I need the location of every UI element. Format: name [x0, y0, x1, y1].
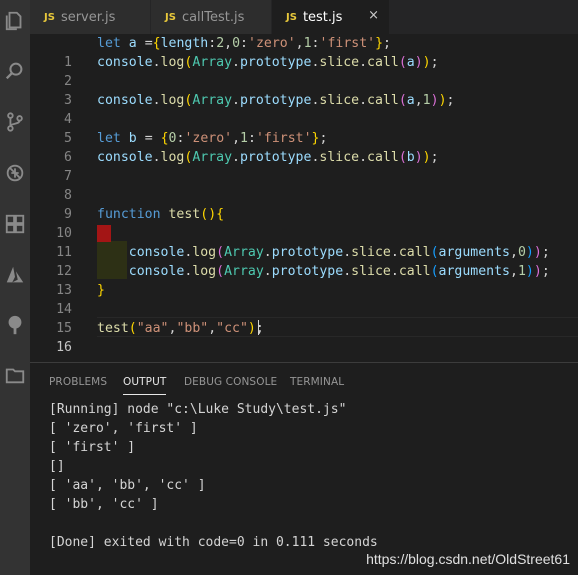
output-line: [ 'first' ] — [49, 440, 136, 455]
code-text: console.log(Array.prototype.slice.call(a… — [128, 264, 550, 279]
tab-label: callTest.js — [181, 9, 245, 25]
code-text: console.log(Array.prototype.slice.call(a… — [128, 245, 550, 260]
activity-bar — [0, 0, 30, 575]
source-control-icon[interactable] — [0, 107, 30, 137]
output-line: [] — [49, 459, 65, 474]
debug-icon[interactable] — [0, 158, 30, 188]
tab-calltest-js[interactable]: JS callTest.js — [151, 0, 272, 34]
js-file-icon: JS — [44, 11, 55, 23]
code-line: 10 function test(){ — [30, 205, 578, 241]
line-number: 16 — [56, 340, 72, 355]
code-line: 5 — [30, 110, 578, 146]
code-text: test("aa","bb","cc"); — [97, 321, 264, 336]
output-line: [ 'zero', 'first' ] — [49, 421, 198, 436]
output-panel: PROBLEMS OUTPUT DEBUG CONSOLE TERMINAL [… — [30, 362, 578, 575]
output-line: [Done] exited with code=0 in 0.111 secon… — [49, 535, 378, 550]
azure-icon[interactable] — [0, 260, 30, 290]
tab-debug-console[interactable]: DEBUG CONSOLE — [184, 376, 277, 388]
watermark: https://blog.csdn.net/OldStreet61 — [366, 551, 570, 567]
output-line: [Running] node "c:\Luke Study\test.js" — [49, 402, 347, 417]
code-line: 4 console.log(Array.prototype.slice.call… — [30, 91, 578, 127]
explorer-icon[interactable] — [0, 6, 30, 36]
code-text: console.log(Array.prototype.slice.call(a… — [97, 93, 455, 108]
tab-label: test.js — [302, 9, 343, 25]
editor-tabs: JS server.js JS callTest.js JS test.js × — [30, 0, 578, 34]
search-icon[interactable] — [0, 56, 30, 86]
tree-icon[interactable] — [0, 310, 30, 340]
text-cursor — [258, 320, 259, 335]
tab-label: server.js — [60, 9, 116, 25]
folder-icon[interactable] — [0, 360, 30, 390]
code-line: 16 test("aa","bb","cc"); — [30, 319, 578, 355]
code-editor[interactable]: 1 let a ={length:2,0:'zero',1:'first'}; … — [30, 34, 578, 362]
code-line: 1 let a ={length:2,0:'zero',1:'first'}; — [30, 34, 578, 70]
code-line: 7 console.log(Array.prototype.slice.call… — [30, 148, 578, 184]
close-icon[interactable]: × — [368, 8, 379, 23]
output-line: [ 'bb', 'cc' ] — [49, 497, 159, 512]
code-text: console.log(Array.prototype.slice.call(b… — [97, 150, 439, 165]
code-line: 2 console.log(Array.prototype.slice.call… — [30, 53, 578, 89]
js-file-icon: JS — [165, 11, 176, 23]
code-line: 12 console.log(Array.prototype.slice.cal… — [30, 243, 578, 279]
code-line: 13 console.log(Array.prototype.slice.cal… — [30, 262, 578, 298]
tab-problems[interactable]: PROBLEMS — [49, 376, 107, 388]
code-text: function test(){ — [97, 207, 225, 222]
tab-terminal[interactable]: TERMINAL — [290, 376, 344, 388]
js-file-icon: JS — [286, 11, 297, 23]
code-text: let b = {0:'zero',1:'first'}; — [97, 131, 328, 146]
code-line: 9 — [30, 186, 578, 222]
code-line: 8 — [30, 167, 578, 203]
code-line: 6 let b = {0:'zero',1:'first'}; — [30, 129, 578, 165]
tab-server-js[interactable]: JS server.js — [30, 0, 151, 34]
code-line: 11 — [30, 224, 578, 260]
code-line: 3 — [30, 72, 578, 108]
code-line: 15 — [30, 300, 578, 336]
code-text: let a ={length:2,0:'zero',1:'first'}; — [97, 36, 391, 51]
tab-output[interactable]: OUTPUT — [123, 376, 167, 395]
extensions-icon[interactable] — [0, 209, 30, 239]
code-line: 14 } — [30, 281, 578, 317]
tab-test-js[interactable]: JS test.js × — [272, 0, 390, 34]
output-line: [ 'aa', 'bb', 'cc' ] — [49, 478, 206, 493]
code-text: } — [97, 283, 105, 298]
code-text: console.log(Array.prototype.slice.call(a… — [97, 55, 439, 70]
